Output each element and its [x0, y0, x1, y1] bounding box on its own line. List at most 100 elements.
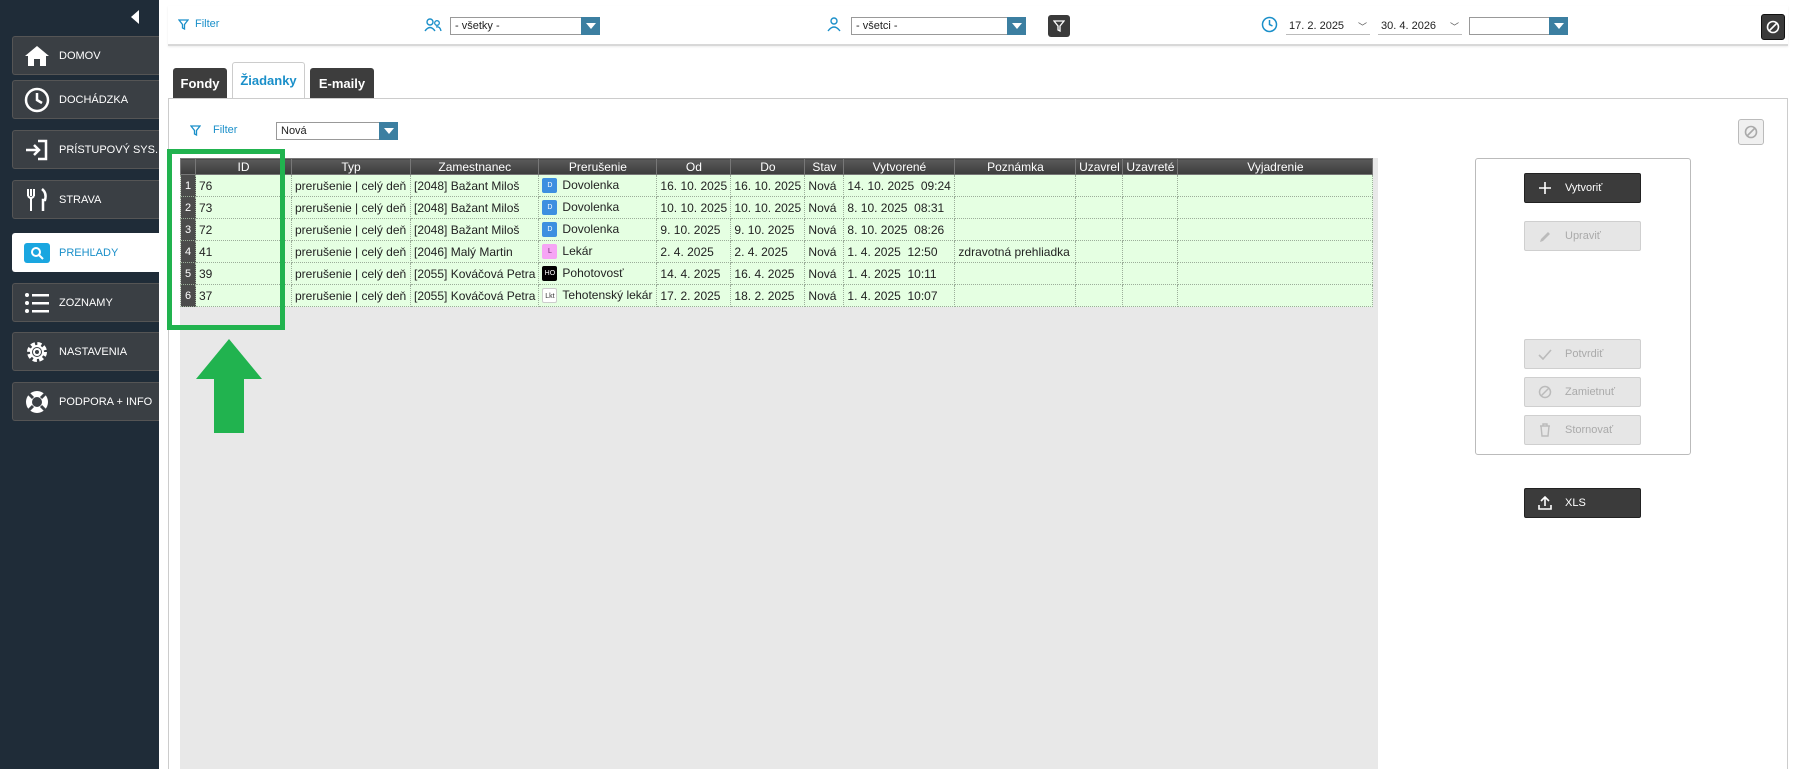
tab-emaily[interactable]: E-maily	[310, 68, 374, 98]
cell-prerusenie: D Dovolenka	[538, 174, 658, 197]
date-to-input[interactable]: 30. 4. 2026 ﹀	[1378, 17, 1462, 35]
col-header-uzavrel[interactable]: Uzavrel	[1075, 158, 1124, 175]
group-select[interactable]: - všetky -	[450, 17, 600, 35]
cell-vytvorene: 1. 4. 2025 10:07	[843, 284, 956, 307]
requests-table: ID Typ Zamestnanec Prerušenie Od Do Stav…	[180, 158, 1374, 307]
row-number: 2	[180, 196, 196, 219]
absence-type-icon: D	[542, 222, 558, 238]
nav-label: STRAVA	[59, 193, 102, 206]
cell-zamestnanec: [2055] Kováčová Petra	[409, 262, 540, 285]
apply-filter-button[interactable]	[1048, 15, 1070, 37]
table-row[interactable]: 2 73 prerušenie | celý deň [2048] Bažant…	[180, 196, 1374, 219]
cell-do: 9. 10. 2025	[730, 218, 806, 241]
col-header-typ[interactable]: Typ	[291, 158, 411, 175]
chevron-down-icon[interactable]	[1007, 17, 1026, 35]
cell-poznamka: zdravotná prehliadka	[954, 240, 1077, 263]
cell-prerusenie: Lkt Tehotenský lekár	[538, 284, 658, 307]
cell-vyjadrenie	[1177, 196, 1374, 219]
cell-od: 9. 10. 2025	[656, 218, 732, 241]
create-label: Vytvoriť	[1565, 182, 1603, 194]
chevron-down-icon[interactable]	[379, 122, 398, 140]
person-select-value: - všetci -	[856, 20, 898, 32]
row-number: 3	[180, 218, 196, 241]
filter-icon	[1053, 20, 1065, 32]
cell-zamestnanec: [2046] Malý Martin	[409, 240, 540, 263]
top-filter-toggle[interactable]: Filter	[178, 18, 219, 30]
nav-item-pristupovy-sys[interactable]: PRÍSTUPOVÝ SYS.	[12, 130, 159, 169]
status-select[interactable]: Nová	[276, 122, 398, 140]
chevron-down-icon[interactable]	[1549, 17, 1568, 35]
table-row[interactable]: 6 37 prerušenie | celý deň [2055] Kováčo…	[180, 284, 1374, 307]
cell-od: 17. 2. 2025	[656, 284, 732, 307]
collapse-sidebar-icon[interactable]	[131, 10, 139, 24]
cell-vytvorene: 14. 10. 2025 09:24	[843, 174, 956, 197]
cell-stav: Nová	[804, 218, 845, 241]
tab-fondy[interactable]: Fondy	[173, 68, 227, 98]
cell-uzavrete	[1122, 240, 1179, 263]
cell-zamestnanec: [2048] Bažant Miloš	[409, 174, 540, 197]
col-header-uzavrete[interactable]: Uzavreté	[1122, 158, 1179, 175]
cell-typ: prerušenie | celý deň	[291, 174, 411, 197]
cell-typ: prerušenie | celý deň	[291, 262, 411, 285]
table-row[interactable]: 3 72 prerušenie | celý deň [2048] Bažant…	[180, 218, 1374, 241]
cell-uzavrel	[1075, 174, 1124, 197]
col-header-id[interactable]: ID	[195, 158, 292, 175]
cell-prerusenie: HO Pohotovosť	[538, 262, 658, 285]
cell-zamestnanec: [2048] Bažant Miloš	[409, 196, 540, 219]
cell-od: 2. 4. 2025	[656, 240, 732, 263]
nav-item-zoznamy[interactable]: ZOZNAMY	[12, 283, 159, 322]
col-header-prerusenie[interactable]: Prerušenie	[538, 158, 658, 175]
panel-filter-toggle[interactable]: Filter	[190, 124, 237, 136]
confirm-button[interactable]: Potvrdiť	[1524, 339, 1641, 369]
col-header-stav[interactable]: Stav	[804, 158, 845, 175]
table-row[interactable]: 1 76 prerušenie | celý deň [2048] Bažant…	[180, 174, 1374, 197]
cell-poznamka	[954, 284, 1077, 307]
cell-id: 37	[195, 284, 292, 307]
create-button[interactable]: Vytvoriť	[1524, 173, 1641, 203]
col-header-do[interactable]: Do	[730, 158, 806, 175]
cell-vyjadrenie	[1177, 240, 1374, 263]
col-header-poznamka[interactable]: Poznámka	[954, 158, 1077, 175]
upload-icon	[1525, 496, 1565, 510]
nav-item-dochadzka[interactable]: DOCHÁDZKA	[12, 80, 159, 119]
cell-id: 72	[195, 218, 292, 241]
nav-item-prehlady[interactable]: PREHĽADY	[12, 233, 159, 272]
cell-vytvorene: 1. 4. 2025 12:50	[843, 240, 956, 263]
col-header-vyjadrenie[interactable]: Vyjadrenie	[1177, 158, 1374, 175]
col-header-vytvorene[interactable]: Vytvorené	[843, 158, 956, 175]
date-from-input[interactable]: 17. 2. 2025 ﹀	[1286, 17, 1370, 35]
tab-ziadanky[interactable]: Žiadanky	[232, 62, 305, 98]
nav-label: NASTAVENIA	[59, 345, 128, 358]
rownum-header	[180, 158, 196, 175]
cell-prerusenie: D Dovolenka	[538, 218, 658, 241]
reset-filter-button[interactable]	[1761, 14, 1785, 40]
chevron-down-icon[interactable]	[581, 17, 600, 35]
person-select[interactable]: - všetci -	[851, 17, 1026, 35]
export-xls-button[interactable]: XLS	[1524, 488, 1641, 518]
cell-vyjadrenie	[1177, 218, 1374, 241]
chevron-down-icon[interactable]: ﹀	[1358, 20, 1367, 33]
nav-label: DOMOV	[59, 49, 101, 62]
reject-button[interactable]: Zamietnuť	[1524, 377, 1641, 407]
block-icon	[1744, 125, 1758, 139]
col-header-od[interactable]: Od	[656, 158, 732, 175]
col-header-zamestnanec[interactable]: Zamestnanec	[409, 158, 540, 175]
nav-item-domov[interactable]: DOMOV	[12, 36, 159, 75]
period-select[interactable]	[1469, 17, 1568, 35]
edit-button[interactable]: Upraviť	[1524, 221, 1641, 251]
cell-stav: Nová	[804, 262, 845, 285]
absence-type-icon: Lkt	[542, 288, 558, 304]
cell-do: 18. 2. 2025	[730, 284, 806, 307]
cell-typ: prerušenie | celý deň	[291, 240, 411, 263]
nav-item-strava[interactable]: STRAVA	[12, 180, 159, 219]
cell-uzavrete	[1122, 284, 1179, 307]
panel-reset-button[interactable]	[1738, 119, 1764, 145]
cancel-button[interactable]: Stornovať	[1524, 415, 1641, 445]
nav-item-podpora[interactable]: PODPORA + INFO	[12, 382, 159, 421]
table-row[interactable]: 5 39 prerušenie | celý deň [2055] Kováčo…	[180, 262, 1374, 285]
nav-item-nastavenia[interactable]: NASTAVENIA	[12, 332, 159, 371]
cell-od: 16. 10. 2025	[656, 174, 732, 197]
table-row[interactable]: 4 41 prerušenie | celý deň [2046] Malý M…	[180, 240, 1374, 263]
filter-icon	[190, 124, 201, 136]
chevron-down-icon[interactable]: ﹀	[1450, 20, 1459, 33]
